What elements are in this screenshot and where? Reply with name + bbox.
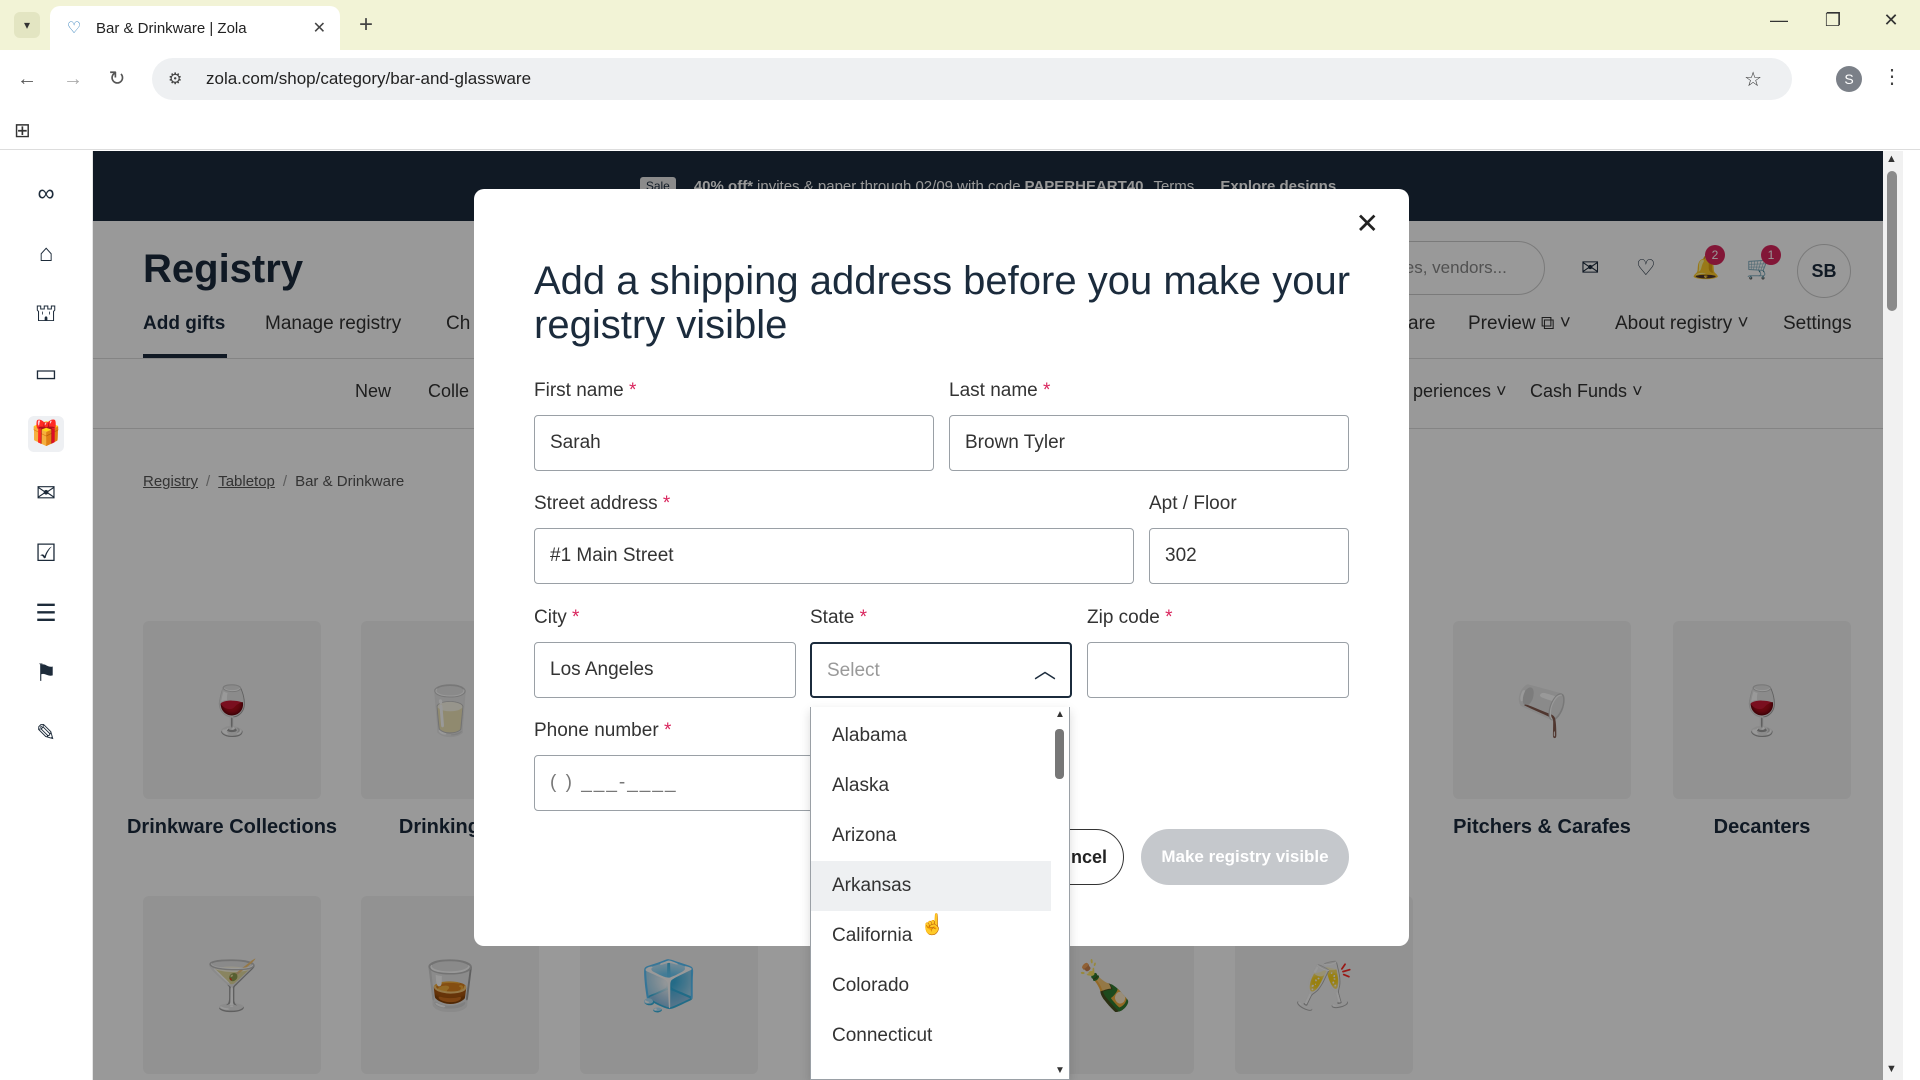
zip-code-label: Zip code *	[1087, 607, 1173, 629]
phone-number-field[interactable]: ( ) ___-____	[534, 755, 824, 811]
reload-icon[interactable]: ↻	[102, 64, 132, 94]
page-scrollbar-thumb[interactable]	[1887, 171, 1897, 311]
bookmarks-bar: ⊞	[0, 108, 1920, 150]
apt-floor-field[interactable]: 302	[1149, 528, 1349, 584]
state-options: Alabama Alaska Arizona Arkansas California Co…	[811, 707, 1069, 1061]
planning-icon[interactable]: ✎	[28, 716, 64, 752]
city-field[interactable]: Los Angeles	[534, 642, 796, 698]
close-icon[interactable]: ✕	[1356, 207, 1379, 240]
phone-number-label: Phone number *	[534, 720, 671, 742]
required-mark: *	[629, 380, 637, 401]
tab-search-button[interactable]: ▾	[14, 12, 40, 38]
mouse-cursor-icon: ☝	[920, 914, 945, 936]
city-label: City *	[534, 607, 579, 629]
registry-gift-icon[interactable]: 🎁	[28, 416, 64, 452]
scroll-up-icon[interactable]: ▲	[1886, 153, 1897, 165]
state-option[interactable]: Arizona	[811, 811, 1053, 861]
city-label-text: City	[534, 607, 567, 628]
street-address-label-text: Street address	[534, 493, 658, 514]
zip-code-field[interactable]	[1087, 642, 1349, 698]
state-option[interactable]: Colorado	[811, 961, 1053, 1011]
street-address-field[interactable]: #1 Main Street	[534, 528, 1134, 584]
scroll-up-icon[interactable]: ▲	[1055, 709, 1065, 720]
left-sidebar: ∞ ⌂ ⛫ ▭ 🎁 ✉ ☑ ☰ ⚑ ✎	[0, 151, 93, 1080]
first-name-label-text: First name	[534, 380, 624, 401]
zip-code-label-text: Zip code	[1087, 607, 1160, 628]
phone-number-label-text: Phone number	[534, 720, 659, 741]
state-label-text: State	[810, 607, 855, 628]
chevron-up-icon: ︿	[1033, 658, 1056, 683]
invitations-icon[interactable]: ✉	[28, 476, 64, 512]
required-mark: *	[572, 607, 580, 628]
last-name-field[interactable]: Brown Tyler	[949, 415, 1349, 471]
make-registry-visible-button[interactable]: Make registry visible	[1141, 829, 1349, 885]
more-menu-icon[interactable]: ⋮	[1882, 64, 1902, 89]
dropdown-scrollbar-thumb[interactable]	[1055, 729, 1064, 779]
venue-icon[interactable]: ⛫	[28, 296, 64, 332]
restore-icon[interactable]: ❐	[1818, 10, 1848, 31]
state-placeholder: Select	[827, 660, 880, 681]
cancel-button-label: ncel	[1070, 847, 1108, 867]
first-name-field[interactable]: Sarah	[534, 415, 934, 471]
tab-strip: ▾ ♡ Bar & Drinkware | Zola ✕ + — ❐ ✕	[0, 0, 1920, 50]
home-icon[interactable]: ⌂	[28, 236, 64, 272]
dropdown-scrollbar[interactable]: ▲ ▼	[1051, 707, 1069, 1079]
apt-floor-label: Apt / Floor	[1149, 493, 1237, 514]
minimize-icon[interactable]: —	[1764, 10, 1794, 31]
scroll-down-icon[interactable]: ▼	[1886, 1063, 1897, 1075]
apps-grid-icon[interactable]: ⊞	[14, 118, 31, 143]
new-tab-button[interactable]: +	[352, 12, 380, 40]
close-tab-icon[interactable]: ✕	[313, 18, 326, 38]
state-option[interactable]: Alaska	[811, 761, 1053, 811]
chevron-down-icon: ▾	[23, 18, 31, 32]
required-mark: *	[1165, 607, 1173, 628]
checklist-icon[interactable]: ☰	[28, 596, 64, 632]
bookmark-star-icon[interactable]: ☆	[1744, 67, 1762, 92]
required-mark: *	[662, 493, 671, 514]
state-label: State *	[810, 607, 867, 629]
vendors-icon[interactable]: ⚑	[28, 656, 64, 692]
back-icon[interactable]: ←	[12, 64, 42, 94]
zola-favicon-icon: ♡	[66, 20, 82, 37]
state-option[interactable]: Arkansas	[811, 861, 1053, 911]
tab-title: Bar & Drinkware | Zola	[96, 19, 247, 37]
profile-avatar[interactable]: S	[1836, 66, 1862, 92]
required-mark: *	[859, 607, 868, 628]
address-bar[interactable]: ⚙ zola.com/shop/category/bar-and-glasswa…	[152, 58, 1792, 100]
last-name-label-text: Last name	[949, 380, 1038, 401]
first-name-label: First name *	[534, 380, 636, 402]
url-text: zola.com/shop/category/bar-and-glassware	[206, 69, 532, 88]
state-option[interactable]: Alabama	[811, 711, 1053, 761]
modal-title: Add a shipping address before you make y…	[534, 259, 1351, 347]
state-option[interactable]: Connecticut	[811, 1011, 1053, 1061]
guest-list-icon[interactable]: ☑	[28, 536, 64, 572]
state-select[interactable]: Select ︿	[810, 642, 1072, 698]
browser-toolbar: ← → ↻ ⚙ zola.com/shop/category/bar-and-g…	[0, 50, 1920, 108]
last-name-label: Last name *	[949, 380, 1050, 402]
forward-icon[interactable]: →	[58, 64, 88, 94]
scroll-down-icon[interactable]: ▼	[1055, 1065, 1065, 1076]
required-mark: *	[1043, 380, 1051, 401]
website-icon[interactable]: ▭	[28, 356, 64, 392]
zola-logo-icon[interactable]: ∞	[28, 176, 64, 212]
close-window-icon[interactable]: ✕	[1876, 10, 1906, 31]
required-mark: *	[663, 720, 672, 741]
state-dropdown-list[interactable]: Alabama Alaska Arizona Arkansas California Co…	[810, 707, 1070, 1080]
street-address-label: Street address *	[534, 493, 670, 515]
browser-tab[interactable]: ♡ Bar & Drinkware | Zola ✕	[50, 6, 340, 50]
page-scrollbar[interactable]: ▲ ▼	[1883, 151, 1903, 1080]
site-info-icon[interactable]: ⚙	[168, 69, 188, 89]
